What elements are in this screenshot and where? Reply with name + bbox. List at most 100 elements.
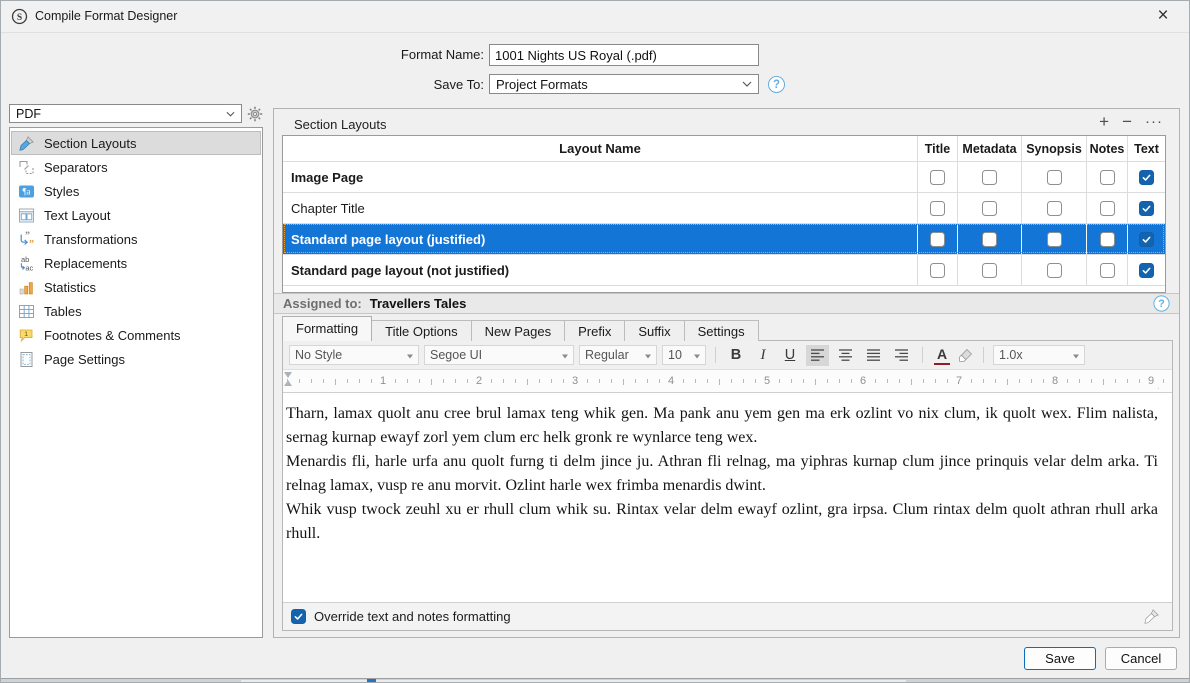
ruler-number: 5 [760, 370, 774, 392]
checkbox-notes[interactable] [1100, 201, 1115, 216]
sidebar-item-section-layouts[interactable]: Section Layouts [11, 131, 261, 155]
remove-layout-button[interactable]: − [1122, 112, 1132, 132]
font-size-value: 10 [668, 348, 682, 362]
font-variant-select[interactable]: Regular [579, 345, 657, 365]
layout-row-standard-page-layout-justified[interactable]: Standard page layout (justified) [283, 223, 1165, 254]
format-type-select[interactable]: PDF [9, 104, 242, 123]
sidebar-item-label: Statistics [44, 280, 96, 295]
save-button[interactable]: Save [1024, 647, 1096, 670]
line-spacing-select[interactable]: 1.0x [993, 345, 1085, 365]
styles-icon: ¶a [18, 183, 35, 200]
tab-prefix[interactable]: Prefix [564, 320, 625, 341]
ruler-tick [839, 379, 840, 383]
sidebar-item-statistics[interactable]: Statistics [11, 275, 261, 299]
hanging-indent-marker[interactable] [284, 380, 292, 386]
checkbox-title[interactable] [930, 201, 945, 216]
svg-text:ac: ac [25, 263, 33, 272]
ruler-tick [911, 379, 912, 385]
layout-row-standard-page-layout-not-justified[interactable]: Standard page layout (not justified) [283, 254, 1165, 285]
close-icon[interactable]: × [1149, 3, 1177, 29]
sidebar-item-styles[interactable]: ¶aStyles [11, 179, 261, 203]
tab-suffix[interactable]: Suffix [624, 320, 684, 341]
checkbox-notes[interactable] [1100, 170, 1115, 185]
tab-title-options[interactable]: Title Options [371, 320, 472, 341]
checkbox-text[interactable] [1139, 201, 1154, 216]
cancel-button[interactable]: Cancel [1105, 647, 1177, 670]
checkbox-title[interactable] [930, 263, 945, 278]
tab-settings[interactable]: Settings [684, 320, 759, 341]
column-header-notes: Notes [1086, 136, 1127, 161]
sidebar-item-replacements[interactable]: abacReplacements [11, 251, 261, 275]
ruler-tick [683, 379, 684, 383]
layouts-table: Layout NameTitleMetadataSynopsisNotesTex… [282, 135, 1166, 293]
formatting-preview-editor[interactable]: Tharn, lamax quolt anu cree brul lamax t… [283, 393, 1172, 602]
save-to-help-icon[interactable]: ? [768, 76, 785, 93]
format-type-value: PDF [16, 107, 41, 121]
section-layouts-icon [18, 135, 35, 152]
ruler-tick [1031, 379, 1032, 383]
add-layout-button[interactable]: + [1099, 112, 1109, 132]
layout-cell-notes [1086, 193, 1127, 223]
checkbox-notes[interactable] [1100, 263, 1115, 278]
checkbox-metadata[interactable] [982, 170, 997, 185]
tab-new-pages[interactable]: New Pages [471, 320, 565, 341]
checkbox-text[interactable] [1139, 170, 1154, 185]
highlighter-icon[interactable] [957, 347, 974, 364]
more-options-button[interactable]: ··· [1145, 112, 1163, 132]
ruler-tick [527, 379, 528, 385]
panel-title: Section Layouts [294, 117, 387, 132]
checkbox-synopsis[interactable] [1047, 201, 1062, 216]
assigned-to-label: Assigned to: [283, 296, 362, 311]
checkbox-metadata[interactable] [982, 232, 997, 247]
checkbox-synopsis[interactable] [1047, 170, 1062, 185]
tab-formatting[interactable]: Formatting [282, 316, 372, 341]
layout-name-cell: Standard page layout (justified) [283, 224, 917, 254]
layout-cell-synopsis [1021, 162, 1086, 192]
save-to-label: Save To: [336, 77, 484, 92]
sidebar-item-footnotes-comments[interactable]: 1Footnotes & Comments [11, 323, 261, 347]
checkbox-title[interactable] [930, 232, 945, 247]
sidebar-item-separators[interactable]: Separators [11, 155, 261, 179]
checkbox-metadata[interactable] [982, 201, 997, 216]
align-left-button[interactable] [806, 345, 829, 366]
sidebar-item-page-settings[interactable]: Page Settings [11, 347, 261, 371]
paragraph-style-select[interactable]: No Style [289, 345, 419, 365]
sidebar-item-text-layout[interactable]: Text Layout [11, 203, 261, 227]
italic-button[interactable]: I [752, 345, 774, 366]
page-settings-icon [18, 351, 35, 368]
ruler-tick [971, 379, 972, 383]
underline-button[interactable]: U [779, 345, 801, 366]
format-brush-icon[interactable] [1143, 608, 1160, 625]
checkbox-synopsis[interactable] [1047, 232, 1062, 247]
checkbox-metadata[interactable] [982, 263, 997, 278]
sidebar-item-transformations[interactable]: ””Transformations [11, 227, 261, 251]
checkbox-text[interactable] [1139, 263, 1154, 278]
ruler-tick [719, 379, 720, 385]
bold-button[interactable]: B [725, 345, 747, 366]
align-right-button[interactable] [890, 345, 913, 366]
dropdown-arrow-icon [1073, 354, 1079, 361]
checkbox-title[interactable] [930, 170, 945, 185]
layout-row-chapter-title[interactable]: Chapter Title [283, 192, 1165, 223]
align-center-button[interactable] [834, 345, 857, 366]
svg-text:”: ” [29, 239, 34, 248]
first-line-indent-marker[interactable] [284, 372, 292, 378]
layout-row-image-page[interactable]: Image Page [283, 161, 1165, 192]
font-size-select[interactable]: 10 [662, 345, 706, 365]
save-to-select[interactable]: Project Formats [489, 74, 759, 94]
format-toolbar: No Style Segoe UI Regular 10 B I U [283, 341, 1172, 369]
checkbox-notes[interactable] [1100, 232, 1115, 247]
checkbox-text[interactable] [1139, 232, 1154, 247]
override-checkbox[interactable] [291, 609, 306, 624]
font-family-select[interactable]: Segoe UI [424, 345, 574, 365]
ruler-tick [923, 379, 924, 383]
assigned-help-icon[interactable]: ? [1153, 295, 1169, 311]
sidebar-item-tables[interactable]: Tables [11, 299, 261, 323]
checkbox-synopsis[interactable] [1047, 263, 1062, 278]
ruler-number: 6 [856, 370, 870, 392]
text-color-button[interactable]: A [934, 346, 950, 365]
dropdown-arrow-icon [407, 354, 413, 361]
align-justify-button[interactable] [862, 345, 885, 366]
gear-icon[interactable] [246, 105, 264, 123]
format-name-input[interactable] [489, 44, 759, 66]
